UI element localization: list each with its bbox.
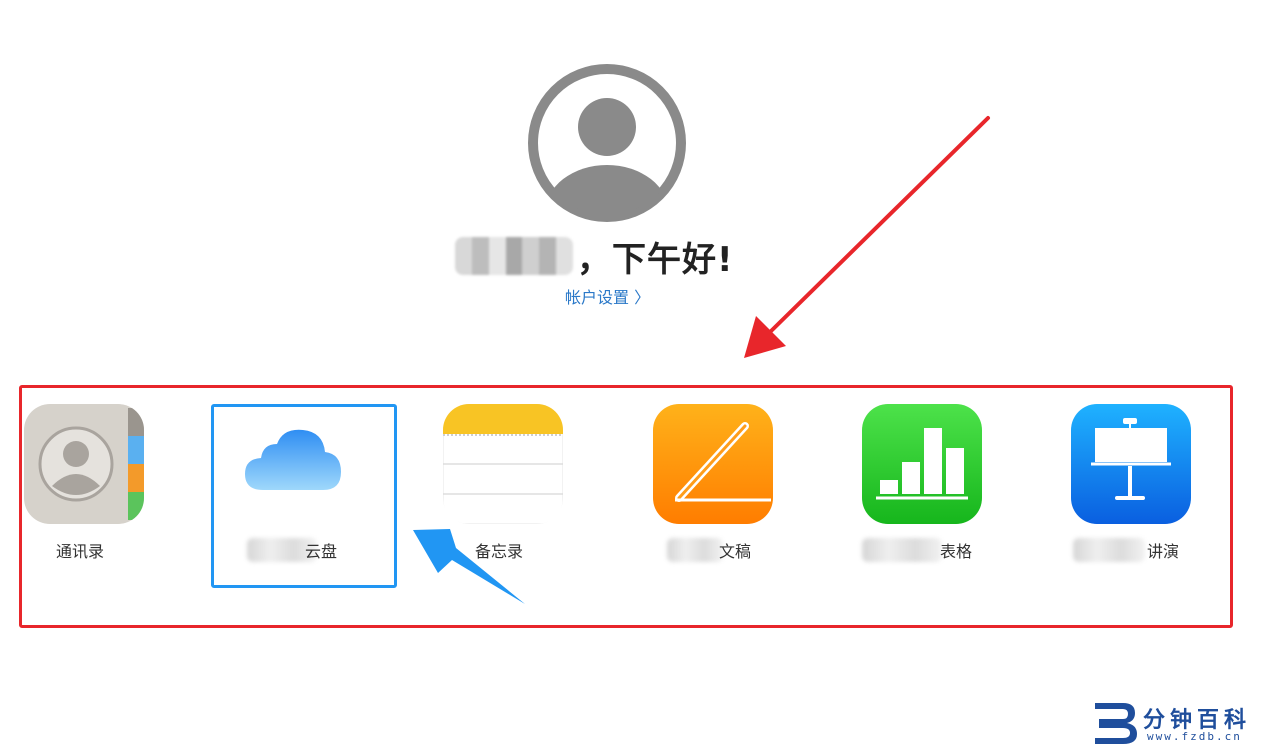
contacts-icon bbox=[24, 404, 144, 524]
fzdb-watermark: 分钟百科 www.fzdb.cn bbox=[1093, 700, 1263, 748]
app-keynote[interactable]: 讲演 bbox=[1071, 404, 1211, 569]
user-avatar-icon[interactable] bbox=[527, 63, 687, 223]
selected-app-highlight bbox=[211, 404, 397, 588]
app-contacts[interactable]: 通讯录 bbox=[24, 404, 164, 564]
apps-annotation-box bbox=[19, 385, 1233, 628]
greeting-text: ，下午好! bbox=[577, 239, 734, 280]
app-notes[interactable]: 备忘录 bbox=[443, 404, 583, 564]
app-pages[interactable]: 文稿 bbox=[653, 404, 793, 569]
redacted-text bbox=[862, 538, 942, 562]
app-label: 讲演 bbox=[1147, 542, 1180, 561]
app-numbers[interactable]: 表格 bbox=[862, 404, 1002, 569]
app-label: 表格 bbox=[940, 542, 973, 561]
numbers-icon bbox=[862, 404, 982, 524]
app-label: 通讯录 bbox=[56, 542, 105, 561]
redacted-text bbox=[667, 538, 723, 562]
account-settings-link[interactable]: 帐户设置 〉 bbox=[565, 284, 650, 308]
greeting-heading: ，下午好! bbox=[455, 232, 734, 280]
keynote-icon bbox=[1071, 404, 1191, 524]
fzdb-logo-icon bbox=[1095, 703, 1137, 744]
pages-icon bbox=[653, 404, 773, 524]
watermark-url: www.fzdb.cn bbox=[1147, 730, 1242, 743]
app-label: 文稿 bbox=[719, 542, 752, 561]
redacted-text bbox=[1073, 538, 1145, 562]
app-label: 备忘录 bbox=[475, 542, 524, 561]
redacted-username bbox=[455, 237, 573, 275]
notes-icon bbox=[443, 404, 563, 524]
